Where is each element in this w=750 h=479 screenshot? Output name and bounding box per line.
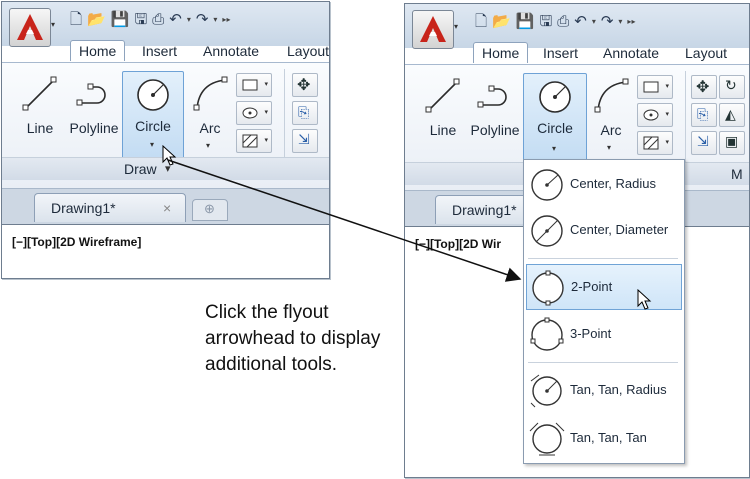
- caption-line: additional tools.: [205, 354, 338, 375]
- caption-line: arrowhead to display: [205, 328, 381, 349]
- callout-arrow: [167, 159, 522, 282]
- caption-line: Click the flyout: [205, 302, 329, 323]
- instruction-caption: Click the flyout arrowhead to display ad…: [205, 300, 405, 378]
